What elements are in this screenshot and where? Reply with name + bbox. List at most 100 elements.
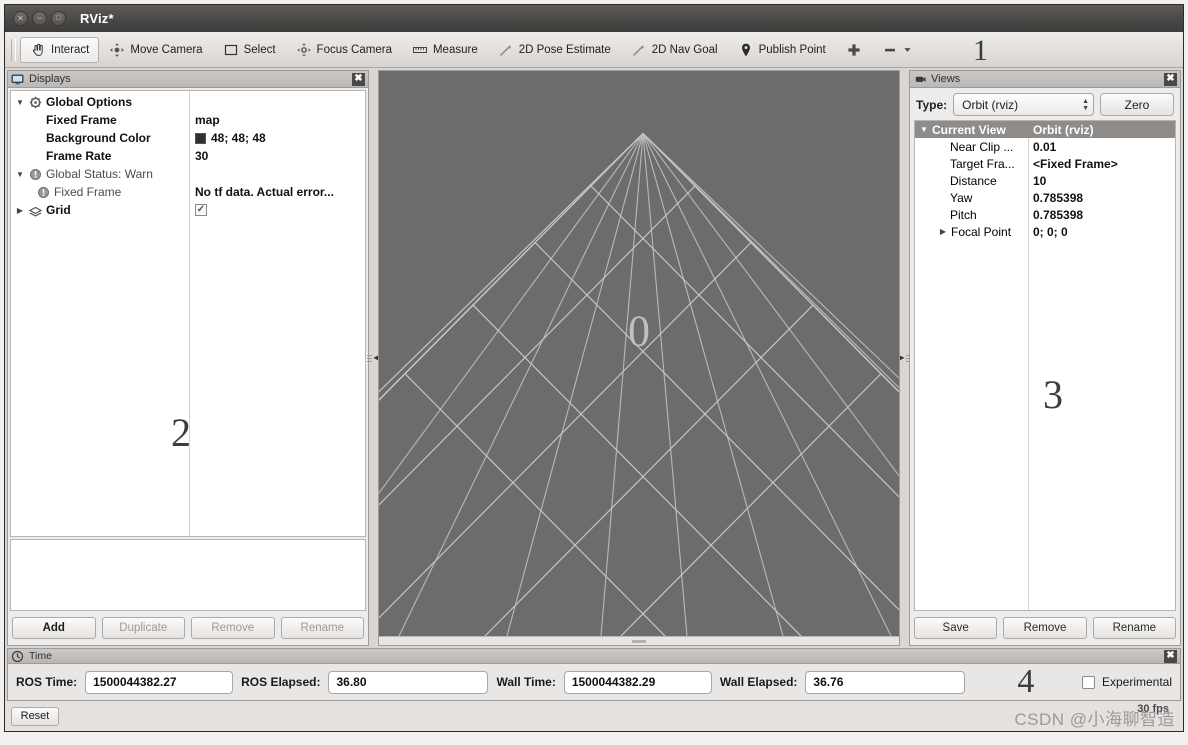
table-row[interactable]: Fixed Frame map	[11, 111, 365, 129]
spinner-arrows-icon[interactable]: ▲ ▼	[1082, 98, 1089, 112]
ros-elapsed-field[interactable]: 36.80	[328, 670, 489, 694]
minus-icon	[882, 42, 898, 58]
annotation-4: 4	[1017, 663, 1035, 700]
row-value-cell[interactable]: map	[189, 113, 365, 127]
save-view-button[interactable]: Save	[914, 617, 998, 639]
views-close-icon[interactable]: ✖	[1164, 72, 1177, 86]
table-row[interactable]: ▼ Current View Orbit (rviz)	[915, 121, 1175, 138]
fps-indicator: 30 fps	[1137, 703, 1169, 715]
remove-display-button[interactable]: Remove	[191, 617, 275, 639]
row-value[interactable]: <Fixed Frame>	[1028, 157, 1175, 171]
row-label: Fixed Frame	[46, 113, 117, 127]
tool-interact[interactable]: Interact	[20, 36, 100, 63]
experimental-option[interactable]: Experimental	[1081, 675, 1172, 689]
row-name-cell: Background Color	[11, 131, 189, 145]
view-type-row: Type: Orbit (rviz) ▲ ▼ Zero	[910, 88, 1180, 120]
displays-panel-body: 2 ▼ Global Options Fixed Frame map Backg…	[7, 87, 369, 646]
row-name-cell: Target Fra...	[915, 157, 1028, 171]
table-row[interactable]: ▼ Global Status: Warn	[11, 165, 365, 183]
tool-2d-nav-goal-label: 2D Nav Goal	[651, 43, 718, 56]
chevron-right-icon[interactable]: ▶	[938, 227, 948, 236]
tool-publish-point[interactable]: Publish Point	[728, 37, 836, 63]
table-row[interactable]: Distance 10	[915, 172, 1175, 189]
rename-display-button[interactable]: Rename	[280, 617, 364, 639]
nav-goal-arrow-icon	[631, 42, 647, 58]
main-content-area: Displays ✖ 2 ▼ Global Options Fixed Fram…	[5, 68, 1183, 646]
tool-2d-nav-goal[interactable]: 2D Nav Goal	[621, 37, 728, 63]
experimental-checkbox[interactable]	[1081, 675, 1095, 689]
row-value[interactable]: 10	[1028, 174, 1175, 188]
duplicate-display-button[interactable]: Duplicate	[101, 617, 185, 639]
time-panel: Time ✖ ROS Time: 1500044382.27 ROS Elaps…	[7, 648, 1181, 701]
wall-elapsed-field[interactable]: 36.76	[805, 670, 966, 694]
add-tool-button[interactable]	[836, 37, 872, 63]
window-maximize-button[interactable]: □	[51, 11, 66, 26]
ros-elapsed-label: ROS Elapsed:	[241, 675, 321, 689]
viewport-bottom-grip[interactable]	[379, 636, 899, 645]
table-row[interactable]: Background Color 48; 48; 48	[11, 129, 365, 147]
row-value-cell[interactable]: ✓	[189, 204, 365, 216]
displays-tree[interactable]: 2 ▼ Global Options Fixed Frame map Backg…	[10, 90, 366, 537]
time-close-icon[interactable]: ✖	[1164, 649, 1177, 663]
displays-close-icon[interactable]: ✖	[352, 72, 365, 86]
row-value-cell[interactable]: 30	[189, 149, 365, 163]
tool-measure[interactable]: Measure	[402, 37, 488, 63]
table-row[interactable]: ▶ Focal Point 0; 0; 0	[915, 223, 1175, 240]
row-name-cell: Frame Rate	[11, 149, 189, 163]
tool-focus-camera[interactable]: Focus Camera	[286, 37, 402, 63]
3d-viewport[interactable]: 0	[379, 71, 899, 636]
render-panel[interactable]: 0	[378, 70, 900, 646]
chevron-down-icon[interactable]: ▼	[15, 170, 25, 179]
row-label: Global Status: Warn	[46, 167, 153, 181]
table-row[interactable]: Pitch 0.785398	[915, 206, 1175, 223]
rename-view-button[interactable]: Rename	[1092, 617, 1176, 639]
tool-select-label: Select	[243, 43, 276, 56]
tool-measure-label: Measure	[432, 43, 478, 56]
main-window: ✕ − □ RViz* Interact Move Camera Select …	[4, 4, 1184, 732]
tool-select[interactable]: Select	[213, 37, 286, 63]
wall-time-field[interactable]: 1500044382.29	[563, 670, 712, 694]
row-value[interactable]: 0.785398	[1028, 191, 1175, 205]
tool-move-camera-label: Move Camera	[130, 43, 203, 56]
row-value[interactable]: 0.785398	[1028, 208, 1175, 222]
row-value[interactable]: 0; 0; 0	[1028, 225, 1175, 239]
camera-icon	[913, 73, 926, 86]
zero-button[interactable]: Zero	[1100, 93, 1174, 116]
left-splitter[interactable]: ◀	[367, 70, 380, 646]
tool-2d-pose-estimate[interactable]: 2D Pose Estimate	[488, 37, 621, 63]
chevron-down-icon[interactable]	[903, 42, 912, 58]
rviz-application: ✕ − □ RViz* Interact Move Camera Select …	[0, 0, 1188, 745]
table-row[interactable]: ▼ Global Options	[11, 93, 365, 111]
remove-view-button[interactable]: Remove	[1003, 617, 1087, 639]
grid-enabled-checkbox[interactable]: ✓	[195, 204, 207, 216]
chevron-down-icon[interactable]: ▼	[919, 125, 929, 134]
tool-move-camera[interactable]: Move Camera	[99, 37, 212, 63]
row-value[interactable]: 0.01	[1028, 140, 1175, 154]
table-row[interactable]: Target Fra... <Fixed Frame>	[915, 155, 1175, 172]
move-camera-icon	[109, 42, 125, 58]
focus-camera-icon	[296, 42, 312, 58]
table-row[interactable]: Fixed Frame No tf data. Actual error...	[11, 183, 365, 201]
annotation-3: 3	[1043, 372, 1063, 417]
ros-time-field[interactable]: 1500044382.27	[85, 670, 234, 694]
table-row[interactable]: Frame Rate 30	[11, 147, 365, 165]
row-value-cell[interactable]: 48; 48; 48	[189, 131, 365, 145]
chevron-right-icon[interactable]: ▶	[15, 206, 25, 215]
toolbar-drag-handle[interactable]	[11, 38, 16, 61]
chevron-down-icon[interactable]: ▼	[15, 98, 25, 107]
views-tree[interactable]: 3 ▼ Current View Orbit (rviz) Near Clip …	[914, 120, 1176, 611]
add-display-button[interactable]: Add	[12, 617, 96, 639]
right-splitter[interactable]: ▶	[898, 70, 911, 646]
row-label: Pitch	[950, 207, 977, 222]
view-type-select[interactable]: Orbit (rviz) ▲ ▼	[953, 93, 1094, 116]
reset-button[interactable]: Reset	[11, 706, 59, 726]
row-label: Target Fra...	[950, 156, 1015, 171]
window-close-button[interactable]: ✕	[13, 11, 28, 26]
table-row[interactable]: Yaw 0.785398	[915, 189, 1175, 206]
map-pin-icon	[738, 42, 754, 58]
window-minimize-button[interactable]: −	[32, 11, 47, 26]
tool-focus-camera-label: Focus Camera	[316, 43, 392, 56]
table-row[interactable]: ▶ Grid ✓	[11, 201, 365, 219]
remove-tool-button[interactable]	[872, 37, 922, 63]
table-row[interactable]: Near Clip ... 0.01	[915, 138, 1175, 155]
